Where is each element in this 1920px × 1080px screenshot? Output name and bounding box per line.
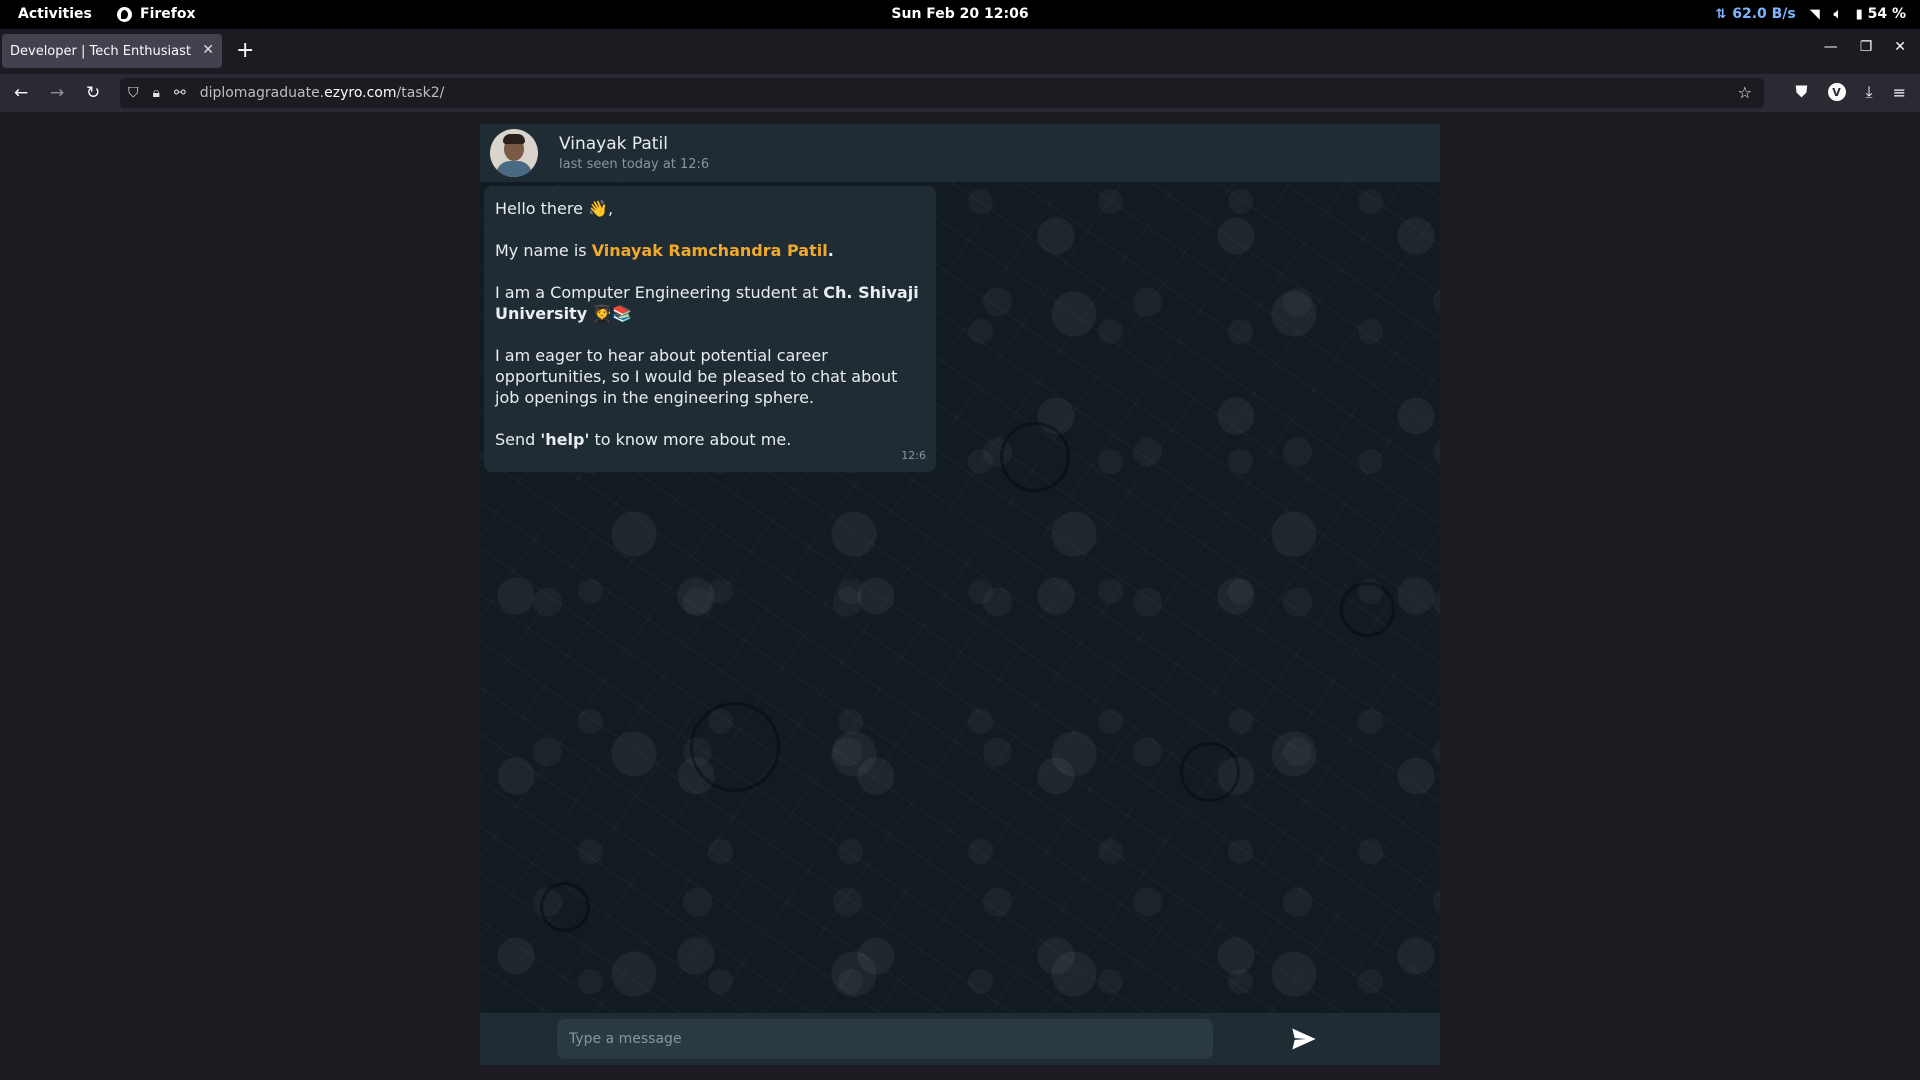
message-career-line: I am eager to hear about potential caree… — [495, 346, 898, 407]
system-top-bar: Activities Firefox Sun Feb 20 12:06 ⇅ 62… — [0, 0, 1920, 29]
last-seen-status: last seen today at 12:6 — [559, 157, 710, 172]
profile-avatar[interactable]: V — [1827, 83, 1846, 101]
close-tab-icon[interactable]: ✕ — [202, 42, 214, 58]
clock[interactable]: Sun Feb 20 12:06 — [0, 6, 1920, 22]
minimize-icon[interactable]: — — [1824, 39, 1838, 55]
menu-icon[interactable]: ≡ — [1893, 83, 1906, 102]
pocket-icon[interactable]: ⛊ — [1796, 82, 1808, 102]
navigation-bar: ← → ↻ ⛉ 🔒︎ ⚯ diplomagraduate.ezyro.com/t… — [0, 74, 1920, 112]
message-help-line: Send 'help' to know more about me. — [495, 429, 925, 450]
system-tray[interactable]: ⇅ 62.0 B/s ◥ 🔈︎ ▮ 54 % — [1715, 6, 1906, 22]
wallpaper-doodle — [1000, 422, 1070, 492]
contact-name: Vinayak Patil — [559, 134, 668, 154]
url-prefix: diplomagraduate. — [199, 85, 325, 101]
back-button[interactable]: ← — [14, 83, 28, 103]
wallpaper-doodle — [1180, 742, 1240, 802]
reload-button[interactable]: ↻ — [86, 83, 100, 103]
chat-footer — [480, 1013, 1440, 1065]
restore-icon[interactable]: ❐ — [1860, 39, 1873, 55]
name-prefix: My name is — [495, 241, 592, 260]
message-timestamp: 12:6 — [901, 449, 926, 462]
wallpaper-doodle — [540, 882, 590, 932]
network-speed: 62.0 B/s — [1732, 6, 1796, 22]
download-icon[interactable]: ⤓ — [1866, 82, 1873, 102]
url-bar[interactable]: ⛉ 🔒︎ ⚯ diplomagraduate.ezyro.com/task2/ … — [120, 78, 1764, 108]
wifi-icon: ◥ — [1809, 6, 1820, 22]
wallpaper-doodle — [1340, 582, 1395, 637]
tab-title: Developer | Tech Enthusiast | — [10, 43, 196, 59]
contact-info: Vinayak Patil last seen today at 12:6 — [559, 134, 709, 172]
chat-header: Vinayak Patil last seen today at 12:6 — [480, 124, 1440, 182]
tab-strip: Developer | Tech Enthusiast | ✕ + — ❐ ✕ — [0, 29, 1920, 74]
battery-icon: ▮ — [1855, 7, 1863, 22]
app-menu[interactable]: Firefox — [117, 6, 196, 22]
toolbar-right: ⛊ V ⤓ ≡ — [1796, 82, 1907, 102]
volume-icon: 🔈︎ — [1833, 6, 1842, 22]
page-content: Vinayak Patil last seen today at 12:6 He… — [0, 112, 1920, 1080]
message-input[interactable] — [557, 1019, 1213, 1059]
shield-icon[interactable]: ⛉ — [128, 85, 139, 101]
message-study-line: I am a Computer Engineering student at C… — [495, 282, 925, 324]
study-prefix: I am a Computer Engineering student at — [495, 283, 824, 302]
url-domain: ezyro.com — [324, 85, 397, 101]
wallpaper-doodle — [690, 702, 780, 792]
battery-status: ▮ 54 % — [1856, 6, 1906, 22]
name-suffix: . — [827, 241, 834, 260]
study-emoji: 🧑‍🎓📚 — [587, 304, 633, 323]
help-prefix: Send — [495, 430, 541, 449]
browser-tab-active[interactable]: Developer | Tech Enthusiast | ✕ — [2, 34, 222, 68]
battery-percent: 54 % — [1867, 6, 1906, 22]
url-path: /task2/ — [396, 85, 445, 101]
close-window-icon[interactable]: ✕ — [1894, 39, 1906, 55]
message-greeting: Hello there 👋, — [495, 199, 614, 218]
help-suffix: to know more about me. — [589, 430, 792, 449]
firefox-icon — [117, 6, 132, 22]
name-highlight: Vinayak Ramchandra Patil — [591, 241, 828, 260]
permissions-icon[interactable]: ⚯ — [174, 85, 186, 101]
contact-avatar[interactable] — [490, 129, 538, 177]
url-text[interactable]: diplomagraduate.ezyro.com/task2/ — [200, 85, 445, 101]
activities-button[interactable]: Activities — [18, 6, 92, 22]
network-arrows-icon: ⇅ — [1715, 6, 1727, 22]
url-bar-icons: ⛉ 🔒︎ ⚯ — [120, 85, 186, 101]
bookmark-star-icon[interactable]: ☆ — [1738, 83, 1752, 102]
chat-body: Hello there 👋, My name is Vinayak Ramcha… — [480, 182, 1440, 1013]
forward-button[interactable]: → — [50, 83, 64, 103]
app-name: Firefox — [140, 6, 196, 22]
new-tab-button[interactable]: + — [236, 38, 254, 63]
window-controls: — ❐ ✕ — [1824, 39, 1906, 55]
message-name-line: My name is Vinayak Ramchandra Patil. — [495, 240, 925, 261]
help-keyword: 'help' — [540, 430, 590, 449]
chat-window: Vinayak Patil last seen today at 12:6 He… — [480, 124, 1440, 1076]
message-bubble: Hello there 👋, My name is Vinayak Ramcha… — [484, 186, 936, 472]
send-icon[interactable] — [1290, 1025, 1318, 1053]
network-monitor: ⇅ 62.0 B/s — [1715, 6, 1795, 22]
lock-icon[interactable]: 🔒︎ — [153, 85, 160, 101]
